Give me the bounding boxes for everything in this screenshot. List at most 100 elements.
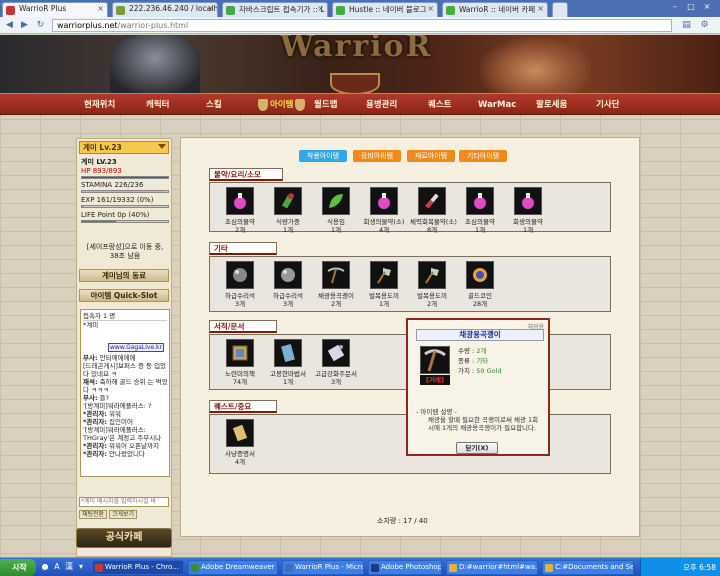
web-page: WarrioR 현재위치 캐릭터 스킬 아이템 월드맵 용병관리 퀘스트 WarMac 팔로세움… (0, 35, 720, 557)
menu-item[interactable]: 아이템 (256, 94, 307, 116)
browser-tab-label: Hustle :: 네이버 블로그 (349, 5, 427, 14)
inventory-item[interactable]: 하급수리석 3개 (218, 261, 262, 308)
inventory-item[interactable]: 골드코인 28개 (458, 261, 502, 308)
chat-input[interactable]: *계미 메시지를 입력하시길 바 (79, 497, 169, 507)
back-arrow-icon[interactable]: ◀ (3, 19, 16, 32)
enlarge-chat-button[interactable]: 크게보기 (109, 510, 138, 519)
reload-icon[interactable]: ↻ (34, 19, 47, 32)
close-icon[interactable]: × (207, 4, 214, 13)
inventory-item[interactable]: 채광용곡괭이 2개 (314, 261, 358, 308)
minimize-icon[interactable]: – (668, 1, 682, 13)
inventory-tab[interactable]: 재료아이템 (407, 150, 455, 162)
inventory-item[interactable]: 회생의물약 1개 (506, 187, 550, 234)
start-button[interactable]: 시작 (0, 559, 36, 576)
browser-tab[interactable]: WarrioR Plus × (2, 2, 108, 17)
browser-tab[interactable]: WarrioR :: 네이버 카페 × (442, 2, 548, 17)
menu-item[interactable]: 월드맵 (314, 94, 337, 116)
browser-tab-label: WarrioR :: 네이버 카페 (459, 5, 536, 14)
hanja-icon[interactable]: 漢 (64, 562, 74, 572)
inventory-item[interactable]: 체력회복물약(소) 8개 (410, 187, 457, 234)
inventory-item[interactable]: 식용임 1개 (314, 187, 358, 234)
popup-price-row: 가치 : 50 Gold (458, 367, 502, 375)
quick-slot-button[interactable]: 아이템 Quick-Slot (79, 289, 169, 302)
menu-item[interactable]: 기사단 (596, 94, 619, 116)
character-select-dropdown[interactable]: 계미 Lv.23 (79, 141, 169, 154)
category-title: 기타 (209, 242, 277, 255)
inventory-tab[interactable]: 기타아이템 (459, 150, 507, 162)
chat-text: 워워 (106, 410, 121, 418)
shield-icon (258, 98, 268, 111)
popup-close-button[interactable]: 닫기(X) (456, 442, 498, 454)
close-icon[interactable]: × (317, 4, 324, 13)
inventory-tab[interactable]: 장비아이템 (353, 150, 401, 162)
item-quantity: 1개 (282, 226, 294, 234)
language-icon[interactable]: ● (40, 562, 50, 572)
ime-icon[interactable]: A (52, 562, 62, 572)
browser-tab[interactable]: 자바스크립트 접속기가 :: L × (222, 2, 328, 17)
inventory-item[interactable]: 초심의물약 2개 (218, 187, 262, 234)
app-icon (371, 564, 379, 572)
menu-item-label: 기사단 (596, 100, 620, 110)
inventory-item[interactable]: 고급강화주문서 3개 (314, 339, 358, 386)
chat-text: [드래곤게시]보퍼스 증 등 입었다 있네요 ㅋ (83, 362, 167, 378)
menu-item[interactable]: 캐릭터 (146, 94, 169, 116)
popup-title: 채광용곡괭이 (416, 329, 544, 341)
taskbar-task-label: Adobe Photoshop CS3 ... (381, 563, 442, 571)
scroll-icon-glyph (327, 344, 345, 362)
close-window-icon[interactable]: × (700, 1, 714, 13)
close-icon[interactable]: × (427, 4, 434, 13)
item-quantity: 2개 (234, 226, 246, 234)
book-icon (226, 339, 254, 367)
taskbar-task[interactable]: WarrioR Plus - Microsoft... (282, 560, 364, 575)
inventory-item[interactable]: 고봉한마법서 1개 (266, 339, 310, 386)
inventory-item[interactable]: 사냥증명서 4개 (218, 419, 262, 466)
menu-item[interactable]: 현재위치 (84, 94, 115, 116)
maximize-icon[interactable]: □ (684, 1, 698, 13)
forward-arrow-icon[interactable]: ▶ (18, 19, 31, 32)
menu-item[interactable]: 퀘스트 (428, 94, 451, 116)
ime-settings-icon[interactable]: ▾ (76, 562, 86, 572)
friends-button[interactable]: 계미님의 동료 (79, 269, 169, 282)
taskbar-task[interactable]: WarrioR Plus - Chro... (92, 560, 184, 575)
gagalive-badge[interactable]: www.GagaLive.kr (108, 343, 164, 352)
inventory-item[interactable]: 초심의물약 1개 (458, 187, 502, 234)
browser-tab[interactable]: Hustle :: 네이버 블로그 × (332, 2, 438, 17)
wrench-icon[interactable]: ⚙ (698, 19, 711, 32)
chat-text: '[방계미]워라에플러스: ? (83, 402, 152, 410)
leaf-food-icon (322, 187, 350, 215)
gold-coin-icon (466, 261, 494, 289)
inventory-item[interactable]: 하급수리석 3개 (266, 261, 310, 308)
online-user: 접속자 1 명 (83, 312, 167, 321)
inventory-item[interactable]: 식량가중 1개 (266, 187, 310, 234)
taskbar-task[interactable]: D:#warrior#html#wa... (446, 560, 538, 575)
inventory-item[interactable]: 회생의물약(소) 4개 (362, 187, 406, 234)
menu-item[interactable]: 스킬 (206, 94, 222, 116)
address-bar[interactable]: warriorplus.net/warrior-plus.html (52, 19, 672, 32)
inventory-item[interactable]: 벌목용도끼 2개 (410, 261, 454, 308)
item-name: 노련미의책 (225, 370, 255, 378)
taskbar-task-label: WarrioR Plus - Chro... (105, 563, 179, 571)
chat-text: '[방계미]워라에플러스: (83, 426, 146, 434)
item-quantity: 28개 (472, 300, 488, 308)
category-items: 초심의물약 2개 식량가중 1개 식용임 1개 회생의물약(소) 4개 체력회복물약(소) 8개 초… (209, 182, 611, 234)
close-icon[interactable]: × (97, 4, 104, 13)
taskbar-task[interactable]: C:#Documents and Set... (542, 560, 634, 575)
taskbar-task[interactable]: Adobe Dreamweaver C... (188, 560, 278, 575)
page-menu-icon[interactable]: ▤ (680, 19, 693, 32)
chat-message: '[방계미]워라에플러스: ? (83, 402, 169, 410)
taskbar-task[interactable]: Adobe Photoshop CS3 ... (368, 560, 442, 575)
system-clock: 오후 6:58 (640, 558, 720, 576)
shield-emblem-icon (330, 73, 380, 93)
browser-tab[interactable]: 222.236.46.240 / localhost / l× (112, 2, 218, 17)
inventory-item[interactable]: 노련미의책 74개 (218, 339, 262, 386)
inventory-tab[interactable]: 착용아이템 (299, 150, 347, 162)
close-icon[interactable]: × (537, 4, 544, 13)
new-tab-button[interactable] (552, 2, 568, 17)
menu-item[interactable]: 팔로세움 (536, 94, 567, 116)
menu-item[interactable]: 용병관리 (366, 94, 397, 116)
inventory-item[interactable]: 벌목용도끼 1개 (362, 261, 406, 308)
chat-switch-button[interactable]: 채팅전환 (79, 510, 108, 519)
menu-item[interactable]: WarMac (478, 94, 516, 116)
life-point-text: LIFE Point 0p (40%) (81, 211, 150, 219)
official-cafe-button[interactable]: 공식카페 (76, 528, 172, 548)
